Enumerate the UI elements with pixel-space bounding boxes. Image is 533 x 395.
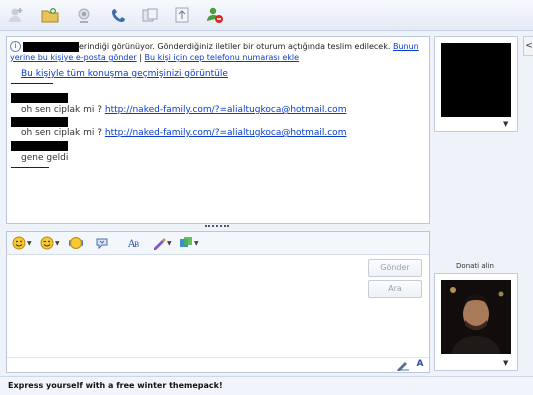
history-separator xyxy=(11,83,53,84)
message-3: gene geldi xyxy=(21,153,68,163)
message-link[interactable]: http://naked-family.com/?=alialtugkoca@h… xyxy=(105,105,347,115)
sidebar-collapse-button[interactable]: < xyxy=(523,36,533,56)
my-display-picture[interactable]: ▼ xyxy=(434,273,518,371)
voice-clip-icon[interactable] xyxy=(69,235,83,251)
contact-display-picture[interactable]: ▼ xyxy=(434,36,518,132)
emoticon-icon[interactable]: ▼ xyxy=(12,235,32,251)
search-button[interactable]: Ara xyxy=(368,280,422,298)
pane-resize-handle[interactable] xyxy=(205,225,229,230)
message-1: oh sen ciplak mi ? http://naked-family.c… xyxy=(21,105,346,115)
message-link[interactable]: http://naked-family.com/?=alialtugkoca@h… xyxy=(105,128,347,138)
block-icon[interactable] xyxy=(205,5,225,25)
offline-info: i erindiği görünüyor. Gönderdiğiniz ileti… xyxy=(10,41,422,63)
call-icon[interactable] xyxy=(108,5,128,25)
sender-name-redacted xyxy=(11,93,68,103)
conversation-history[interactable]: i erindiği görünüyor. Gönderdiğiniz ileti… xyxy=(6,36,430,224)
svg-text:B: B xyxy=(134,241,139,249)
message-text: oh sen ciplak mi ? xyxy=(21,105,103,115)
promo-text[interactable]: Express yourself with a free winter them… xyxy=(8,381,223,390)
type-text-icon[interactable]: A xyxy=(413,359,427,371)
share-folder-icon[interactable] xyxy=(140,5,160,25)
sender-name-redacted xyxy=(11,117,68,127)
message-text: gene geldi xyxy=(21,153,69,163)
formatting-toolbar: ▼ ▼ AB ▼ ▼ xyxy=(7,232,429,255)
invite-icon[interactable] xyxy=(6,5,26,25)
info-icon: i xyxy=(10,41,21,52)
contact-picture xyxy=(441,43,511,117)
nudge-icon[interactable] xyxy=(95,235,109,251)
chevron-down-icon[interactable]: ▼ xyxy=(503,359,508,367)
activities-icon[interactable] xyxy=(172,5,192,25)
handwriting-icon[interactable] xyxy=(396,359,410,371)
wink-icon[interactable]: ▼ xyxy=(40,235,60,251)
user-photo xyxy=(441,280,511,354)
message-text: oh sen ciplak mi ? xyxy=(21,128,103,138)
input-mode-tabs: A xyxy=(7,357,429,372)
send-button[interactable]: Gönder xyxy=(368,259,422,277)
background-icon[interactable]: ▼ xyxy=(179,235,199,251)
link-separator: | xyxy=(139,53,142,62)
message-separator xyxy=(11,167,49,168)
chevron-down-icon[interactable]: ▼ xyxy=(503,120,508,128)
message-input-area[interactable]: ▼ ▼ AB ▼ ▼ Gönder Ara A xyxy=(6,231,430,373)
message-2: oh sen ciplak mi ? http://naked-family.c… xyxy=(21,128,346,138)
font-icon[interactable]: AB xyxy=(127,235,141,251)
redacted-name xyxy=(23,41,79,52)
conversation-toolbar xyxy=(0,0,533,31)
webcam-icon[interactable] xyxy=(74,5,94,25)
text-color-icon[interactable]: ▼ xyxy=(152,235,172,251)
donate-label[interactable]: Donati alin xyxy=(434,262,516,270)
sender-name-redacted xyxy=(11,141,68,151)
add-mobile-link[interactable]: Bu kişi için cep telefonu numarası ekle xyxy=(145,53,300,62)
send-files-icon[interactable] xyxy=(40,5,60,25)
view-history-link[interactable]: Bu kişiyle tüm konuşma geçmişinizi görün… xyxy=(21,69,228,79)
offline-info-text: erindiği görünüyor. Gönderdiğiniz iletil… xyxy=(79,42,391,51)
status-bar: Express yourself with a free winter them… xyxy=(0,376,533,395)
